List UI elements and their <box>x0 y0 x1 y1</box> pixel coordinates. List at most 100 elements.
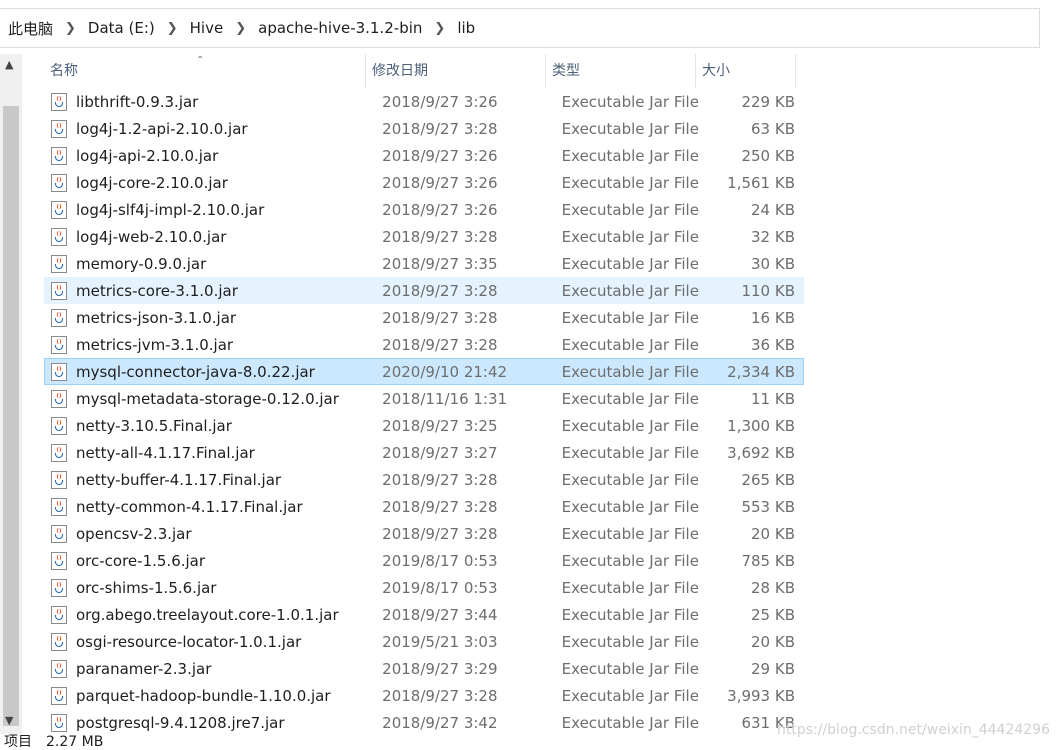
sort-ascending-icon: ⌃ <box>196 55 205 66</box>
file-size: 2,334 KB <box>727 362 795 381</box>
file-row[interactable]: metrics-json-3.1.0.jar 2018/9/27 3:28 Exec… <box>44 304 804 331</box>
file-name: orc-core-1.5.6.jar <box>76 551 206 570</box>
file-row[interactable]: osgi-resource-locator-1.0.1.jar 2019/5/21… <box>44 628 804 655</box>
file-date: 2018/9/27 3:35 <box>382 254 498 273</box>
file-date: 2018/9/27 3:28 <box>382 227 498 246</box>
breadcrumb-hive[interactable]: Hive <box>186 19 228 37</box>
arrow-up-icon[interactable]: ▲ <box>5 58 13 71</box>
column-name-header[interactable]: ⌃ 名称 <box>44 54 366 88</box>
file-row[interactable]: opencsv-2.3.jar 2018/9/27 3:28 Executable … <box>44 520 804 547</box>
file-row[interactable]: mysql-connector-java-8.0.22.jar 2020/9/10… <box>44 358 804 385</box>
java-jar-icon <box>51 632 67 651</box>
file-name: mysql-metadata-storage-0.12.0.jar <box>76 389 339 408</box>
breadcrumb-this-pc[interactable]: 此电脑 <box>0 18 57 39</box>
file-row[interactable]: orc-shims-1.5.6.jar 2019/8/17 0:53 Executa… <box>44 574 804 601</box>
file-name: memory-0.9.0.jar <box>76 254 207 273</box>
file-list: libthrift-0.9.3.jar 2018/9/27 3:26 Executa… <box>44 88 804 736</box>
java-jar-icon <box>51 497 67 516</box>
file-type: Executable Jar File <box>561 659 699 678</box>
file-name: paranamer-2.3.jar <box>76 659 212 678</box>
file-name: log4j-api-2.10.0.jar <box>76 146 219 165</box>
file-type: Executable Jar File <box>561 227 699 246</box>
file-date: 2019/8/17 0:53 <box>382 551 498 570</box>
item-count: 项目 <box>4 734 32 750</box>
column-date-header[interactable]: 修改日期 <box>366 54 546 88</box>
vertical-scrollbar[interactable]: ▲ ▼ <box>0 54 22 734</box>
file-type: Executable Jar File <box>561 713 699 732</box>
file-name: log4j-web-2.10.0.jar <box>76 227 227 246</box>
chevron-right-icon[interactable]: ❯ <box>227 21 254 36</box>
java-jar-icon <box>51 713 67 732</box>
column-type-header[interactable]: 类型 <box>546 54 696 88</box>
file-row[interactable]: netty-3.10.5.Final.jar 2018/9/27 3:25 Exec… <box>44 412 804 439</box>
file-size: 63 KB <box>751 119 795 138</box>
file-type: Executable Jar File <box>561 524 699 543</box>
scrollbar-thumb[interactable] <box>3 106 19 726</box>
file-name: opencsv-2.3.jar <box>76 524 192 543</box>
file-name: log4j-core-2.10.0.jar <box>76 173 228 192</box>
java-jar-icon <box>51 605 67 624</box>
file-name: libthrift-0.9.3.jar <box>76 92 199 111</box>
file-date: 2019/5/21 3:03 <box>382 632 498 651</box>
column-size-label: 大小 <box>702 63 730 79</box>
chevron-right-icon[interactable]: ❯ <box>57 21 84 36</box>
file-row[interactable]: log4j-core-2.10.0.jar 2018/9/27 3:26 Execu… <box>44 169 804 196</box>
file-row[interactable]: metrics-jvm-3.1.0.jar 2018/9/27 3:28 Execu… <box>44 331 804 358</box>
file-type: Executable Jar File <box>561 605 699 624</box>
chevron-right-icon[interactable]: ❯ <box>159 21 186 36</box>
column-name-label: 名称 <box>50 63 78 79</box>
java-jar-icon <box>51 470 67 489</box>
file-row[interactable]: netty-common-4.1.17.Final.jar 2018/9/27 3… <box>44 493 804 520</box>
file-name: metrics-jvm-3.1.0.jar <box>76 335 234 354</box>
file-size: 3,993 KB <box>727 686 795 705</box>
file-row[interactable]: log4j-slf4j-impl-2.10.0.jar 2018/9/27 3:2… <box>44 196 804 223</box>
file-date: 2018/9/27 3:29 <box>382 659 498 678</box>
file-name: netty-common-4.1.17.Final.jar <box>76 497 303 516</box>
file-row[interactable]: log4j-1.2-api-2.10.0.jar 2018/9/27 3:28 Ex… <box>44 115 804 142</box>
file-row[interactable]: log4j-web-2.10.0.jar 2018/9/27 3:28 Execut… <box>44 223 804 250</box>
file-row[interactable]: netty-buffer-4.1.17.Final.jar 2018/9/27 3… <box>44 466 804 493</box>
file-row[interactable]: memory-0.9.0.jar 2018/9/27 3:35 Executable… <box>44 250 804 277</box>
file-row[interactable]: org.abego.treelayout.core-1.0.1.jar 2018/… <box>44 601 804 628</box>
column-header: ⌃ 名称 修改日期 类型 大小 <box>44 54 796 88</box>
file-type: Executable Jar File <box>561 119 699 138</box>
file-row[interactable]: netty-all-4.1.17.Final.jar 2018/9/27 3:27… <box>44 439 804 466</box>
file-date: 2018/9/27 3:28 <box>382 686 498 705</box>
file-date: 2018/9/27 3:28 <box>382 497 498 516</box>
java-jar-icon <box>51 146 67 165</box>
file-row[interactable]: libthrift-0.9.3.jar 2018/9/27 3:26 Executa… <box>44 88 804 115</box>
selection-size: 2.27 MB <box>46 734 104 750</box>
file-row[interactable]: postgresql-9.4.1208.jre7.jar 2018/9/27 3:… <box>44 709 804 736</box>
file-row[interactable]: mysql-metadata-storage-0.12.0.jar 2018/11… <box>44 385 804 412</box>
file-type: Executable Jar File <box>561 551 699 570</box>
java-jar-icon <box>51 92 67 111</box>
file-type: Executable Jar File <box>561 362 699 381</box>
file-type: Executable Jar File <box>561 281 699 300</box>
java-jar-icon <box>51 335 67 354</box>
breadcrumb-apache-hive[interactable]: apache-hive-3.1.2-bin <box>254 19 426 37</box>
file-date: 2018/9/27 3:26 <box>382 92 498 111</box>
file-name: osgi-resource-locator-1.0.1.jar <box>76 632 302 651</box>
file-date: 2018/9/27 3:42 <box>382 713 498 732</box>
file-size: 20 KB <box>751 632 795 651</box>
java-jar-icon <box>51 254 67 273</box>
file-size: 229 KB <box>741 92 795 111</box>
breadcrumb-lib[interactable]: lib <box>453 19 479 37</box>
file-size: 32 KB <box>751 227 795 246</box>
file-type: Executable Jar File <box>561 389 699 408</box>
file-size: 785 KB <box>741 551 795 570</box>
file-row[interactable]: parquet-hadoop-bundle-1.10.0.jar 2018/9/2… <box>44 682 804 709</box>
file-size: 553 KB <box>741 497 795 516</box>
column-size-header[interactable]: 大小 <box>696 54 796 88</box>
file-size: 11 KB <box>751 389 795 408</box>
file-row[interactable]: orc-core-1.5.6.jar 2019/8/17 0:53 Executab… <box>44 547 804 574</box>
breadcrumb-drive[interactable]: Data (E:) <box>84 19 159 37</box>
chevron-right-icon[interactable]: ❯ <box>426 21 453 36</box>
file-row[interactable]: log4j-api-2.10.0.jar 2018/9/27 3:26 Execut… <box>44 142 804 169</box>
file-size: 110 KB <box>741 281 795 300</box>
java-jar-icon <box>51 551 67 570</box>
arrow-down-icon[interactable]: ▼ <box>5 714 13 727</box>
file-size: 30 KB <box>751 254 795 273</box>
file-row[interactable]: metrics-core-3.1.0.jar 2018/9/27 3:28 Exec… <box>44 277 804 304</box>
file-row[interactable]: paranamer-2.3.jar 2018/9/27 3:29 Executabl… <box>44 655 804 682</box>
